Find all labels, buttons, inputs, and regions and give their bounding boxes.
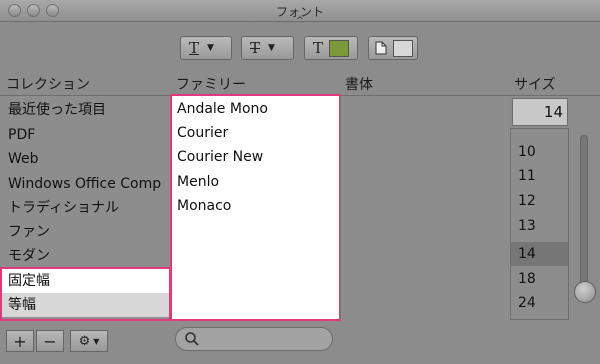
gear-icon: ⚙ bbox=[78, 333, 91, 349]
font-panel-window: フォント ^ T ▼ T ▼ T コレクション ファミリー 書体 サイズ 最近使… bbox=[0, 0, 600, 364]
search-icon bbox=[185, 332, 199, 346]
document-icon bbox=[375, 41, 387, 55]
chevron-down-icon: ▼ bbox=[268, 43, 275, 53]
document-color-button[interactable] bbox=[368, 36, 418, 60]
add-collection-button[interactable]: + bbox=[6, 330, 34, 352]
plus-icon: + bbox=[13, 331, 27, 351]
action-menu-button[interactable]: ⚙ ▼ bbox=[70, 330, 108, 352]
size-item[interactable]: 12 bbox=[511, 189, 568, 213]
collection-item[interactable]: 最近使った項目 bbox=[0, 98, 169, 122]
size-header: サイズ bbox=[514, 77, 556, 93]
size-item[interactable] bbox=[511, 129, 568, 140]
underline-icon: T bbox=[189, 39, 200, 57]
strikethrough-popup[interactable]: T ▼ bbox=[241, 36, 294, 60]
size-item[interactable]: 11 bbox=[511, 164, 568, 188]
family-header: ファミリー bbox=[176, 77, 246, 93]
size-list[interactable]: 10 11 12 13 14 18 24 bbox=[510, 128, 569, 320]
collection-item[interactable]: PDF bbox=[0, 123, 169, 147]
collection-item[interactable]: Web bbox=[0, 147, 169, 171]
text-color-icon: T bbox=[313, 39, 324, 57]
collection-highlight-box bbox=[0, 267, 171, 321]
collection-item[interactable]: トラディショナル bbox=[0, 196, 169, 220]
text-color-swatch bbox=[329, 39, 350, 57]
chevron-down-icon: ▼ bbox=[93, 336, 100, 346]
typeface-header: 書体 bbox=[345, 77, 373, 93]
size-item[interactable]: 13 bbox=[511, 214, 568, 238]
size-item[interactable]: 10 bbox=[511, 140, 568, 164]
strikethrough-icon: T bbox=[250, 39, 261, 57]
minus-icon: − bbox=[43, 331, 57, 351]
collection-item[interactable]: モダン bbox=[0, 244, 169, 268]
collection-item[interactable]: ファン bbox=[0, 220, 169, 244]
size-item[interactable]: 18 bbox=[511, 267, 568, 291]
document-color-swatch bbox=[393, 39, 413, 57]
size-slider-thumb[interactable] bbox=[574, 281, 596, 303]
typeface-list[interactable] bbox=[340, 96, 508, 320]
text-color-button[interactable]: T bbox=[304, 36, 358, 60]
search-input[interactable] bbox=[175, 327, 333, 351]
size-field[interactable]: 14 bbox=[512, 98, 568, 126]
size-item[interactable]: 24 bbox=[511, 291, 568, 315]
collection-header: コレクション bbox=[6, 77, 90, 93]
underline-popup[interactable]: T ▼ bbox=[180, 36, 232, 60]
collapse-caret-icon[interactable]: ^ bbox=[296, 16, 304, 26]
chevron-down-icon: ▼ bbox=[207, 43, 214, 53]
collection-item[interactable]: Windows Office Comp bbox=[0, 172, 169, 196]
size-item-selected[interactable]: 14 bbox=[511, 242, 568, 266]
family-highlight-box bbox=[170, 94, 341, 321]
size-slider-track[interactable] bbox=[580, 135, 588, 297]
remove-collection-button[interactable]: − bbox=[36, 330, 64, 352]
